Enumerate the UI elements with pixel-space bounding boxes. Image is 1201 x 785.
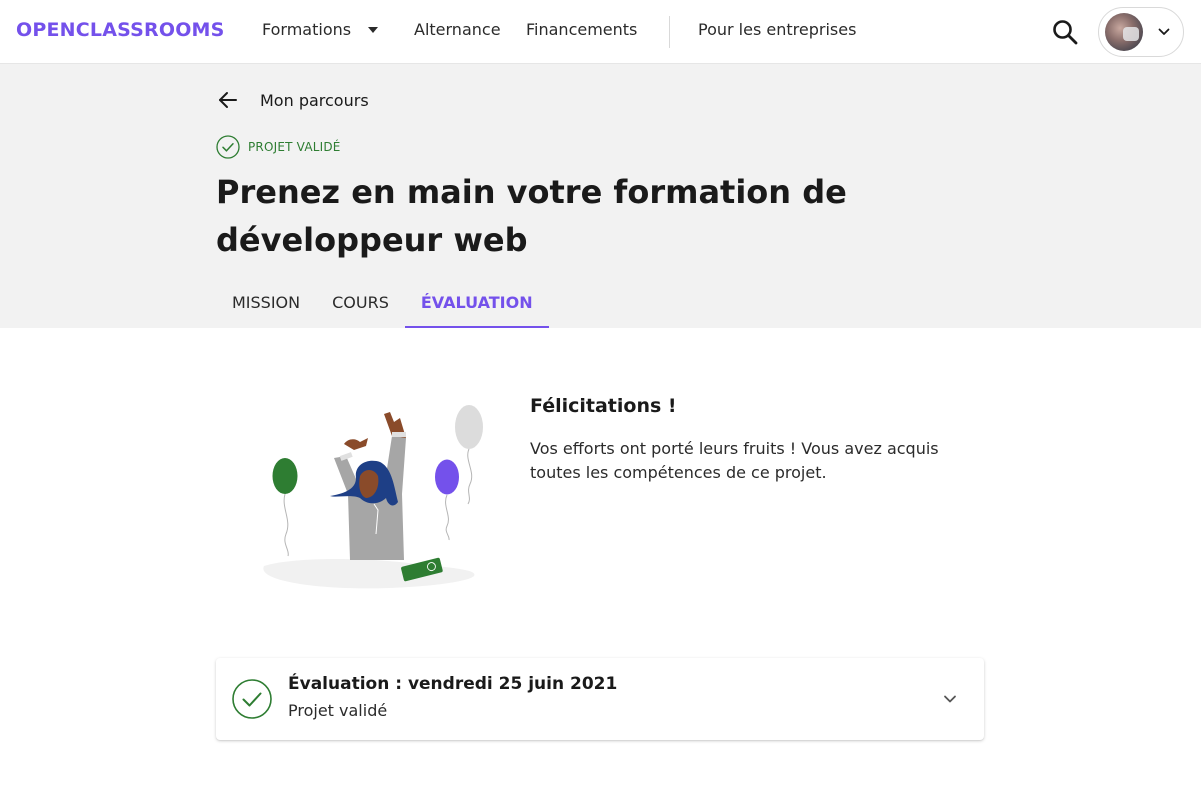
tab-mission[interactable]: MISSION <box>216 280 316 328</box>
tab-evaluation[interactable]: ÉVALUATION <box>404 280 549 328</box>
page-title: Prenez en main votre formation de dévelo… <box>216 173 847 259</box>
chevron-down-icon[interactable] <box>942 691 958 707</box>
nav-alternance[interactable]: Alternance <box>414 20 501 39</box>
arrow-left-icon <box>219 92 237 108</box>
congrats-text: Vos efforts ont porté leurs fruits ! Vou… <box>530 439 939 482</box>
celebration-illustration <box>263 405 483 589</box>
evaluation-subtitle: Projet validé <box>288 701 388 720</box>
project-tabs: MISSION COURS ÉVALUATION <box>216 280 549 328</box>
evaluation-title: Évaluation : vendredi 25 juin 2021 <box>288 674 618 694</box>
account-menu-button[interactable] <box>1098 7 1184 57</box>
congrats-title: Félicitations ! <box>530 395 677 417</box>
back-link-label: Mon parcours <box>260 90 369 110</box>
caret-down-icon[interactable] <box>368 27 378 33</box>
tab-cours[interactable]: COURS <box>316 280 405 328</box>
evaluation-card[interactable]: Évaluation : vendredi 25 juin 2021 Proje… <box>216 658 984 740</box>
check-circle-icon <box>232 679 272 719</box>
project-status: PROJET VALIDÉ <box>216 135 341 159</box>
check-circle-icon <box>216 135 240 159</box>
status-badge: PROJET VALIDÉ <box>248 140 341 154</box>
back-to-parcours-link[interactable]: Mon parcours <box>216 88 369 112</box>
search-button[interactable] <box>1050 17 1080 47</box>
search-icon <box>1053 20 1078 45</box>
top-navbar: OPENCLASSROOMS Formations Alternance Fin… <box>0 0 1201 64</box>
nav-divider <box>669 16 670 48</box>
avatar <box>1105 13 1143 51</box>
nav-pour-les-entreprises[interactable]: Pour les entreprises <box>698 20 856 39</box>
chevron-down-icon <box>1158 28 1170 35</box>
nav-financements[interactable]: Financements <box>526 20 637 39</box>
nav-formations[interactable]: Formations <box>262 20 351 39</box>
openclassrooms-logo[interactable]: OPENCLASSROOMS <box>16 19 225 41</box>
